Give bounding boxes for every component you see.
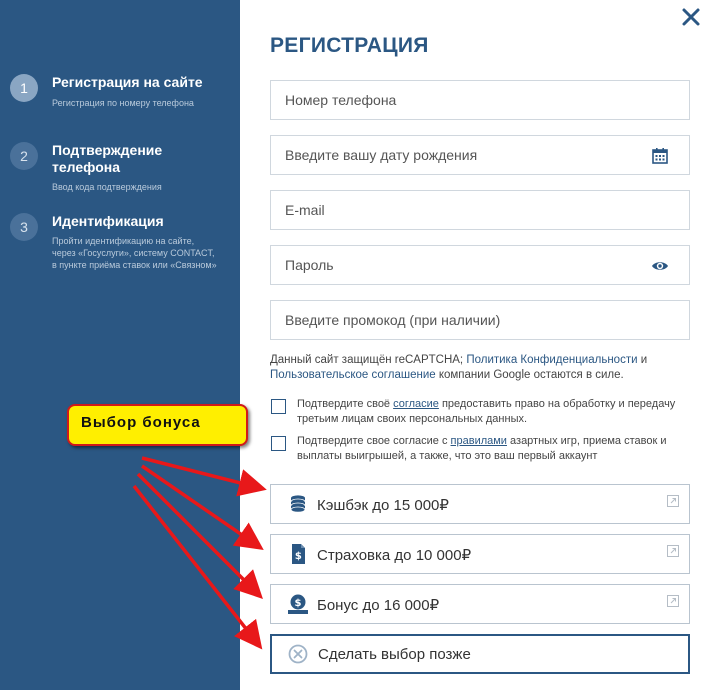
svg-text:$: $: [295, 551, 302, 562]
promo-input[interactable]: [271, 301, 689, 339]
recaptcha-notice: Данный сайт защищён reCAPTCHA; Политика …: [270, 353, 690, 383]
consent-prefix: Подтвердите свое согласие с: [297, 435, 451, 447]
external-link-icon[interactable]: [667, 595, 679, 607]
bonus-option-bonus[interactable]: $ Бонус до 16 000₽: [270, 584, 690, 624]
rules-link[interactable]: правилами: [451, 435, 507, 447]
bonus-label: Сделать выбор позже: [318, 646, 471, 663]
step-description: Ввод кода подтверждения: [52, 182, 162, 192]
step-number: 1: [10, 74, 38, 102]
eye-icon[interactable]: [651, 257, 669, 275]
password-input[interactable]: [271, 246, 689, 284]
bonus-choice-callout: Выбор бонуса: [67, 404, 248, 446]
promo-field[interactable]: [270, 300, 690, 340]
bonus-label: Страховка до 10 000₽: [317, 547, 472, 564]
step-title: Регистрация на сайте: [52, 74, 203, 90]
email-input[interactable]: [271, 191, 689, 229]
consent-text: Подтвердите свое согласие с правилами аз…: [297, 434, 692, 464]
birthdate-field[interactable]: [270, 135, 690, 175]
bonus-option-later[interactable]: Сделать выбор позже: [270, 634, 690, 674]
captcha-text: Данный сайт защищён reCAPTCHA;: [270, 354, 467, 366]
circle-x-icon: [288, 644, 308, 664]
registration-form: РЕГИСТРАЦИЯ Данный сайт защищён: [240, 0, 709, 690]
calendar-icon[interactable]: [651, 147, 669, 165]
personal-data-checkbox[interactable]: [271, 399, 286, 414]
callout-label: Выбор бонуса: [81, 414, 201, 431]
external-link-icon[interactable]: [667, 545, 679, 557]
consent-link[interactable]: согласие: [393, 398, 439, 410]
privacy-policy-link[interactable]: Политика Конфиденциальности: [466, 354, 637, 366]
email-field[interactable]: [270, 190, 690, 230]
step-title: Подтверждение телефона: [52, 142, 163, 175]
registration-steps-sidebar: 1 Регистрация на сайте Регистрация по но…: [0, 0, 240, 690]
bonus-option-cashback[interactable]: Кэшбэк до 15 000₽: [270, 484, 690, 524]
phone-field[interactable]: [270, 80, 690, 120]
step-number: 2: [10, 142, 38, 170]
coins-icon: [290, 495, 306, 513]
bonus-label: Кэшбэк до 15 000₽: [317, 497, 449, 514]
phone-input[interactable]: [271, 81, 689, 119]
consent-prefix: Подтвердите своё: [297, 398, 394, 410]
bonus-option-insurance[interactable]: $ Страховка до 10 000₽: [270, 534, 690, 574]
step-description: Пройти идентификацию на сайте, через «Го…: [52, 236, 217, 270]
step-description: Регистрация по номеру телефона: [52, 98, 194, 108]
captcha-text: компании Google остаются в силе.: [435, 369, 624, 381]
bonus-label: Бонус до 16 000₽: [317, 597, 440, 614]
consent-text: Подтвердите своё согласие предоставить п…: [297, 397, 692, 427]
money-bag-icon: $: [288, 594, 308, 614]
step-title: Идентификация: [52, 213, 164, 229]
terms-link[interactable]: Пользовательское соглашение: [270, 369, 436, 381]
password-field[interactable]: [270, 245, 690, 285]
insurance-doc-icon: $: [292, 544, 305, 564]
svg-text:$: $: [295, 598, 302, 609]
page-title: РЕГИСТРАЦИЯ: [270, 34, 429, 57]
birthdate-input[interactable]: [271, 136, 689, 174]
step-number: 3: [10, 213, 38, 241]
close-icon: [682, 8, 700, 26]
captcha-text: и: [637, 354, 648, 366]
rules-checkbox[interactable]: [271, 436, 286, 451]
external-link-icon[interactable]: [667, 495, 679, 507]
close-button[interactable]: [680, 6, 702, 28]
